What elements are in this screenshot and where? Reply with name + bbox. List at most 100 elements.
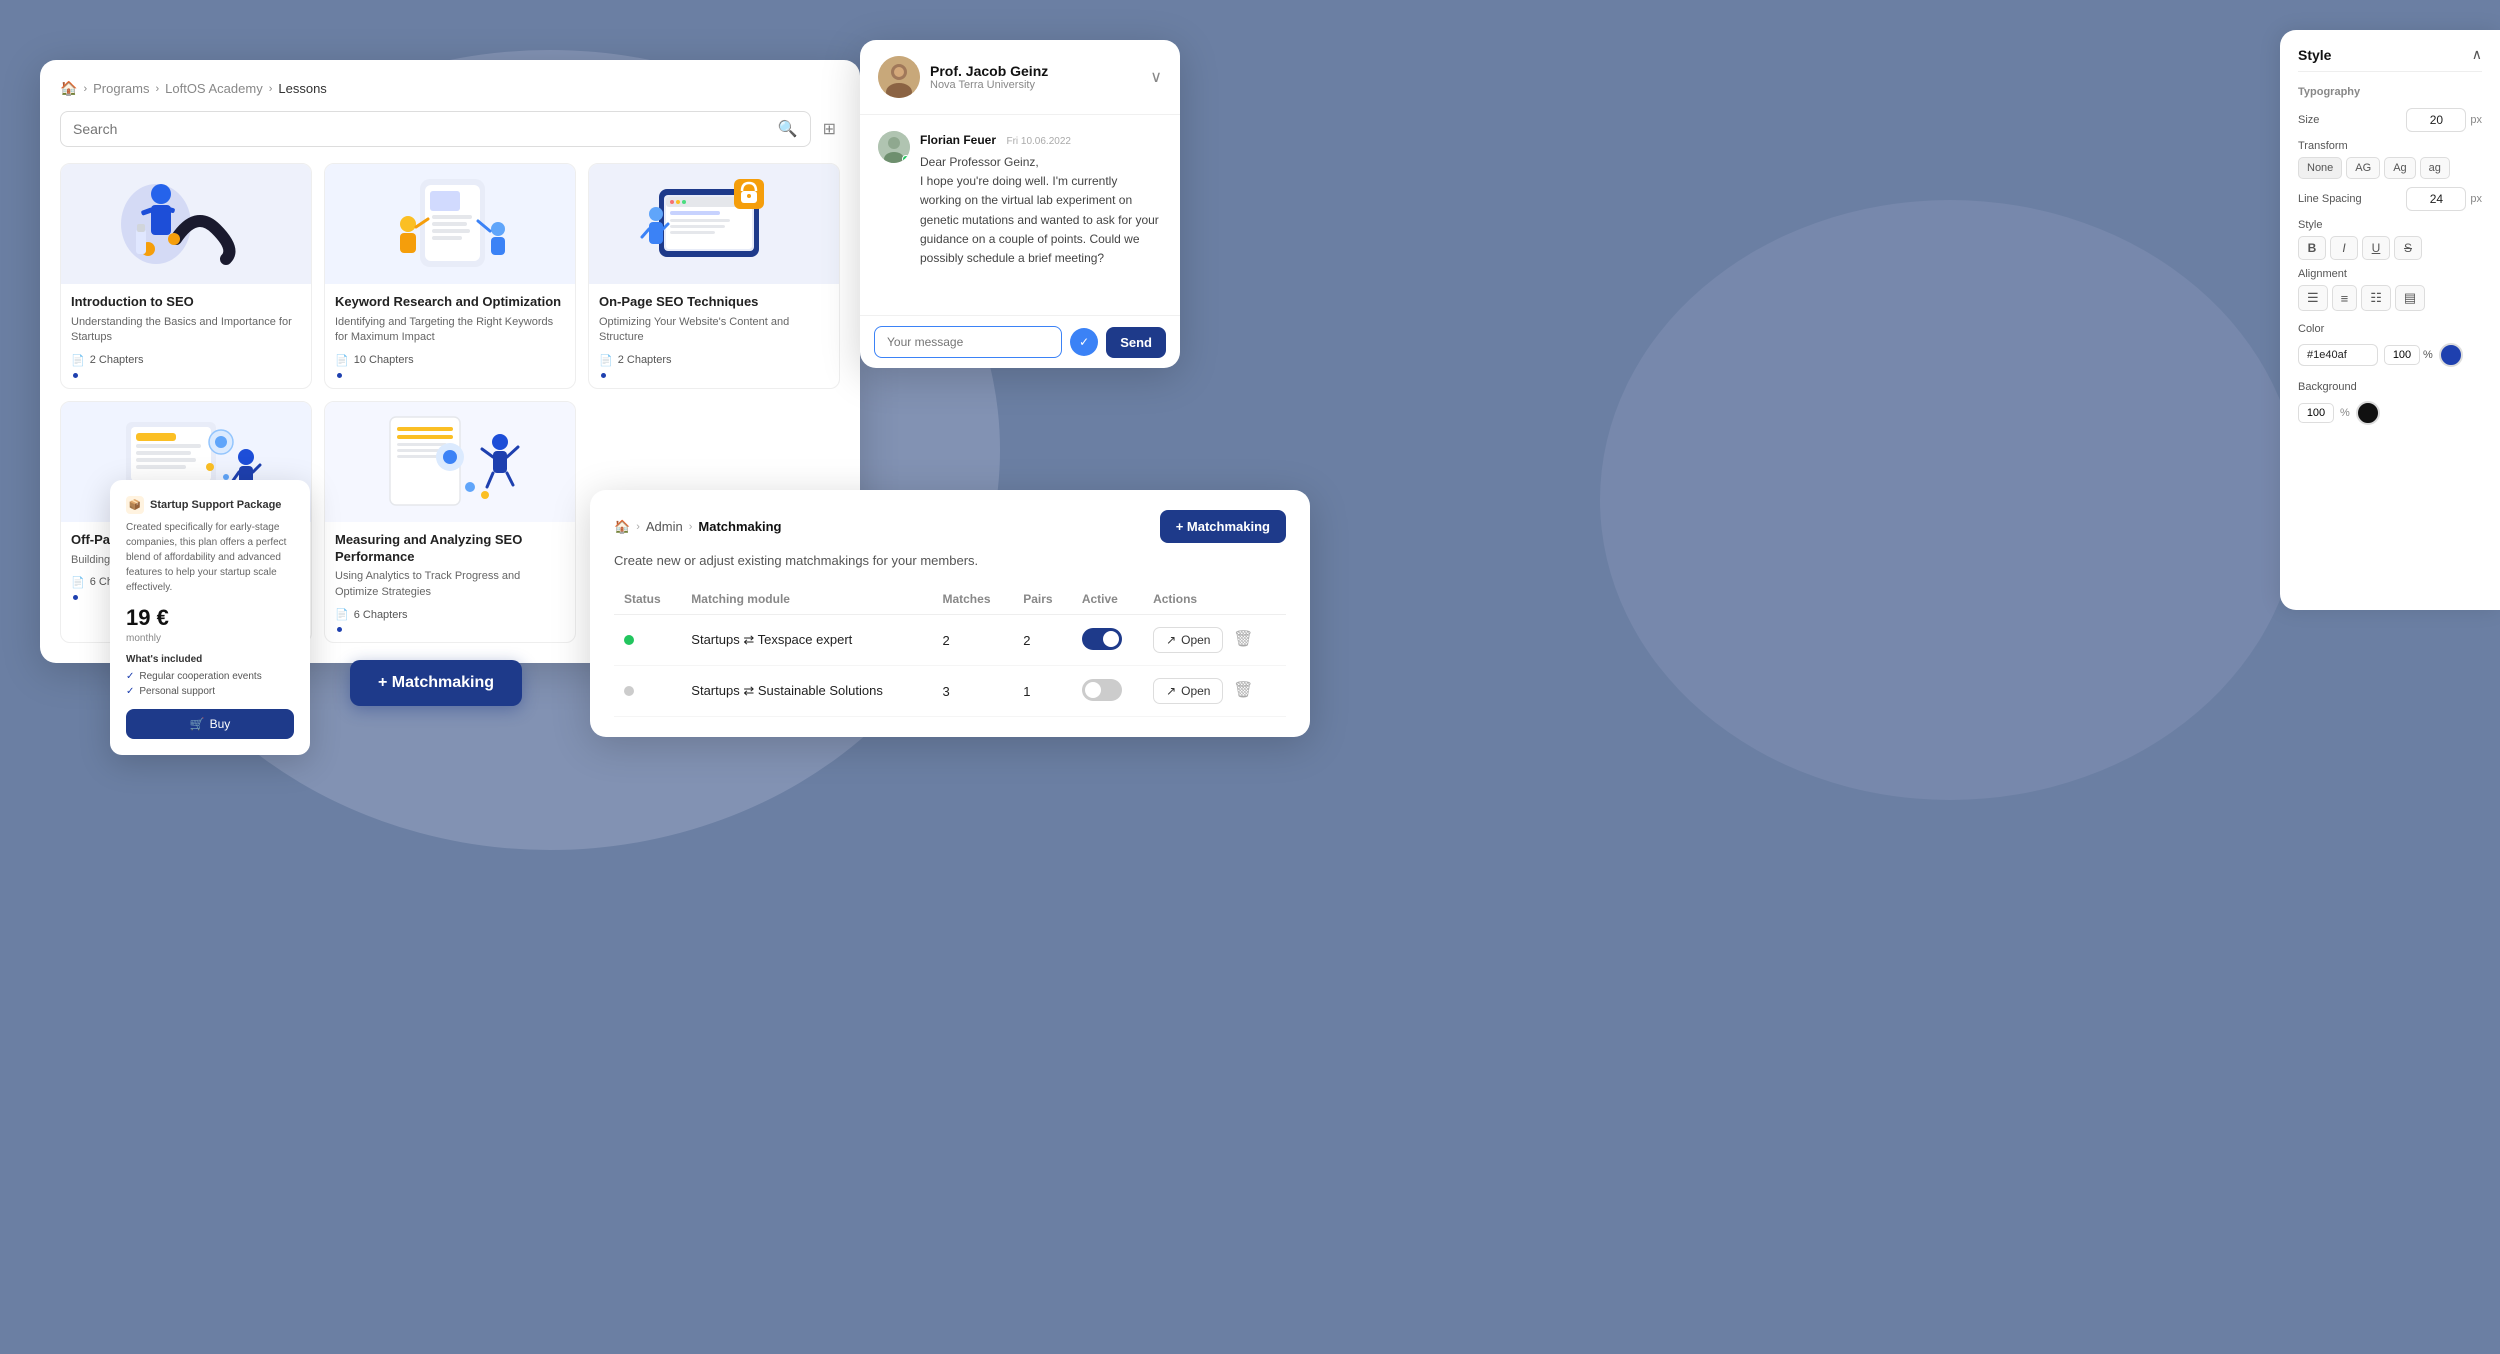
send-button[interactable]: Send [1106, 327, 1166, 358]
breadcrumb-academy[interactable]: LoftOS Academy [165, 81, 263, 96]
transform-none[interactable]: None [2298, 157, 2342, 179]
open-button-1[interactable]: ↗ Open [1153, 627, 1223, 653]
lesson-card-measuring[interactable]: Measuring and Analyzing SEO Performance … [324, 401, 576, 644]
breadcrumb-lessons: Lessons [278, 81, 326, 96]
color-opacity-input[interactable] [2384, 345, 2420, 365]
open-label-2: Open [1181, 684, 1210, 698]
matchmaking-btn-label: + Matchmaking [378, 674, 494, 692]
style-format-label: Style [2298, 219, 2322, 231]
message-text: Dear Professor Geinz,I hope you're doing… [920, 153, 1162, 268]
align-justify-button[interactable]: ▤ [2395, 285, 2425, 311]
lesson-card-keyword[interactable]: Keyword Research and Optimization Identi… [324, 163, 576, 389]
external-link-icon-1: ↗ [1166, 633, 1176, 647]
chat-header: Prof. Jacob Geinz Nova Terra University … [860, 40, 1180, 115]
search-icon[interactable]: 🔍 [778, 119, 798, 139]
feature-2: Personal support [126, 686, 294, 697]
mm-home-icon[interactable]: 🏠 [614, 519, 630, 535]
size-row: Size px [2298, 108, 2482, 132]
italic-button[interactable]: I [2330, 236, 2358, 260]
filter-button[interactable]: ⊞ [819, 115, 840, 143]
lesson-card-seo-intro[interactable]: Introduction to SEO Understanding the Ba… [60, 163, 312, 389]
transform-uppercase[interactable]: AG [2346, 157, 2380, 179]
lesson-chapters-2: 10 Chapters [354, 354, 414, 366]
toggle-active-off[interactable] [1082, 679, 1122, 701]
mm-admin[interactable]: Admin [646, 519, 683, 534]
chapter-icon-3: 📄 [599, 354, 613, 367]
lesson-card-title-measuring: Measuring and Analyzing SEO Performance [335, 532, 565, 566]
transform-lowercase[interactable]: ag [2420, 157, 2450, 179]
bg-opacity-input[interactable] [2298, 403, 2334, 423]
lesson-chapters-5: 6 Chapters [354, 609, 408, 621]
open-button-2[interactable]: ↗ Open [1153, 678, 1223, 704]
lesson-progress-dot [73, 373, 78, 378]
row1-actions: ↗ Open 🗑 [1143, 615, 1286, 666]
color-hex-input[interactable] [2298, 344, 2378, 366]
price-popup-badge: 📦 Startup Support Package [126, 496, 294, 514]
chat-msg-header: Florian Feuer Fri 10.06.2022 [920, 131, 1162, 149]
matchmaking-table: Status Matching module Matches Pairs Act… [614, 584, 1286, 717]
buy-label: Buy [210, 717, 231, 731]
chat-message-input[interactable] [874, 326, 1062, 358]
row2-status [614, 666, 681, 717]
mm-sep-2: › [689, 521, 693, 533]
line-spacing-row: Line Spacing px [2298, 187, 2482, 211]
lesson-card-body-seo-intro: Introduction to SEO Understanding the Ba… [61, 284, 311, 388]
package-icon: 📦 [126, 496, 144, 514]
send-check-icon[interactable]: ✓ [1070, 328, 1098, 356]
search-bar[interactable]: 🔍 [60, 111, 811, 147]
toggle-active-on[interactable] [1082, 628, 1122, 650]
color-swatch[interactable] [2439, 343, 2463, 367]
delete-button-1[interactable]: 🗑 [1233, 629, 1253, 649]
size-unit: px [2470, 114, 2482, 126]
feature-1: Regular cooperation events [126, 671, 294, 682]
strikethrough-button[interactable]: S [2394, 236, 2422, 260]
line-spacing-unit: px [2470, 193, 2482, 205]
mm-add-button[interactable]: + Matchmaking [1160, 510, 1286, 543]
lesson-card-img-seo-intro [61, 164, 311, 284]
matchmaking-floating-button[interactable]: + Matchmaking [350, 660, 522, 706]
chapter-icon-2: 📄 [335, 354, 349, 367]
align-center-button[interactable]: ≡ [2332, 285, 2358, 311]
col-module: Matching module [681, 584, 932, 615]
size-input[interactable] [2406, 108, 2466, 132]
professor-org: Nova Terra University [930, 79, 1048, 91]
line-spacing-input[interactable] [2406, 187, 2466, 211]
chat-header-info: Prof. Jacob Geinz Nova Terra University [930, 63, 1048, 91]
bold-button[interactable]: B [2298, 236, 2326, 260]
cart-icon: 🛒 [190, 717, 205, 731]
lesson-card-img-measuring [325, 402, 575, 522]
lesson-card-title-onpage: On-Page SEO Techniques [599, 294, 829, 311]
breadcrumb-sep-3: › [269, 83, 273, 95]
lesson-chapters-3: 2 Chapters [618, 354, 672, 366]
home-icon[interactable]: 🏠 [60, 80, 77, 97]
transform-row: Transform None AG Ag ag [2298, 140, 2482, 179]
transform-capitalize[interactable]: Ag [2384, 157, 2415, 179]
chapter-icon-5: 📄 [335, 608, 349, 621]
lesson-card-img-onpage [589, 164, 839, 284]
row1-module: Startups ⇄ Texspace expert [681, 615, 932, 666]
status-inactive-dot [624, 686, 634, 696]
chat-chevron-icon[interactable]: ∨ [1150, 67, 1162, 87]
align-left-button[interactable]: ☰ [2298, 285, 2328, 311]
bg-color-swatch[interactable] [2356, 401, 2380, 425]
lesson-card-onpage[interactable]: On-Page SEO Techniques Optimizing Your W… [588, 163, 840, 389]
buy-button[interactable]: 🛒 Buy [126, 709, 294, 739]
mm-header: 🏠 › Admin › Matchmaking + Matchmaking [614, 510, 1286, 543]
mm-breadcrumb: 🏠 › Admin › Matchmaking [614, 519, 781, 535]
mm-matchmaking-label: Matchmaking [698, 519, 781, 534]
lesson-card-body-measuring: Measuring and Analyzing SEO Performance … [325, 522, 575, 643]
professor-avatar [878, 56, 920, 98]
price-popup: 📦 Startup Support Package Created specif… [110, 480, 310, 755]
message-sender: Florian Feuer [920, 133, 996, 147]
delete-button-2[interactable]: 🗑 [1233, 680, 1253, 700]
align-right-button[interactable]: ☷ [2361, 285, 2391, 311]
color-pct-symbol: % [2423, 349, 2433, 361]
style-panel-close[interactable]: ∧ [2472, 46, 2482, 63]
table-row: Startups ⇄ Texspace expert 2 2 ↗ Open 🗑 [614, 615, 1286, 666]
transform-label: Transform [2298, 140, 2348, 152]
underline-button[interactable]: U [2362, 236, 2390, 260]
search-input[interactable] [73, 121, 770, 137]
lesson-card-body-keyword: Keyword Research and Optimization Identi… [325, 284, 575, 388]
lesson-chapters: 2 Chapters [90, 354, 144, 366]
breadcrumb-programs[interactable]: Programs [93, 81, 149, 96]
